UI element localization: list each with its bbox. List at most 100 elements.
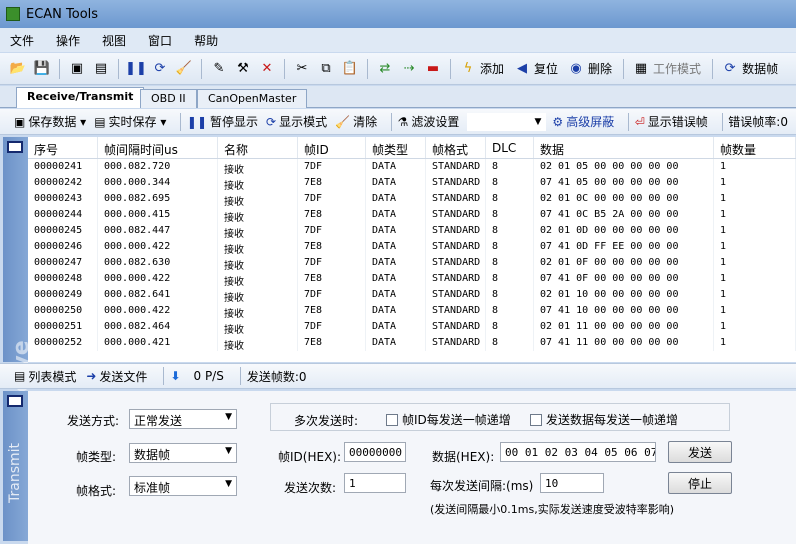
cell-data: 02 01 05 00 00 00 00 00 [534, 159, 714, 175]
frame-type-select[interactable]: 数据帧 ▼ [129, 443, 237, 463]
stop-button[interactable]: 停止 [668, 472, 732, 494]
cell-seq: 00000242 [28, 175, 98, 191]
add-button[interactable]: 添加 [480, 60, 504, 77]
refresh-icon[interactable]: ⟳ [151, 60, 169, 78]
list-mode-button[interactable]: ▤ 列表模式 [14, 368, 76, 385]
interval-input[interactable]: 10 [540, 473, 604, 493]
cell-dlc: 8 [486, 335, 534, 351]
tools-icon[interactable]: ⚒ [234, 60, 252, 78]
table-row[interactable]: 00000242 000.000.344 接收 7E8 DATA STANDARD 8 07 … [28, 175, 796, 191]
download-button[interactable]: ⬇ [170, 369, 183, 383]
save-data-button[interactable]: ▣ 保存数据 ▾ [14, 113, 86, 130]
window-icon[interactable] [7, 141, 23, 153]
table-row[interactable]: 00000250 000.000.422 接收 7E8 DATA STANDARD 8 07 … [28, 303, 796, 319]
advanced-mask-button[interactable]: ⚙ 高级屏蔽 [552, 113, 614, 130]
col-header-frame-format[interactable]: 帧格式 [426, 137, 486, 158]
app-icon [6, 7, 20, 21]
table-row[interactable]: 00000245 000.082.447 接收 7DF DATA STANDARD 8 02 … [28, 223, 796, 239]
send-mode-select[interactable]: 正常发送 ▼ [129, 409, 237, 429]
cell-count: 1 [714, 191, 796, 207]
table-row[interactable]: 00000247 000.082.630 接收 7DF DATA STANDARD 8 02 … [28, 255, 796, 271]
table-row[interactable]: 00000249 000.082.641 接收 7DF DATA STANDARD 8 02 … [28, 287, 796, 303]
data-hex-input[interactable]: 00 01 02 03 04 05 06 07 [500, 442, 656, 462]
menu-file[interactable]: 文件 [10, 32, 34, 49]
frame-format-select[interactable]: 标准帧 ▼ [129, 476, 237, 496]
send-count-input[interactable]: 1 [344, 473, 406, 493]
col-header-count[interactable]: 帧数量 [714, 137, 796, 158]
receive-grid[interactable]: 序号 帧间隔时间us 名称 帧ID 帧类型 帧格式 DLC 数据 帧数量 000… [28, 137, 796, 362]
send-file-button[interactable]: ➜ 发送文件 [86, 368, 147, 385]
cell-interval: 000.000.422 [98, 239, 218, 255]
transmit-label: Transmit [7, 442, 23, 503]
col-header-frame-type[interactable]: 帧类型 [366, 137, 426, 158]
save-icon[interactable]: 💾 [33, 60, 51, 78]
tab-obd-ii[interactable]: OBD II [140, 89, 197, 108]
table-row[interactable]: 00000248 000.000.422 接收 7E8 DATA STANDARD 8 07 … [28, 271, 796, 287]
cell-dlc: 8 [486, 159, 534, 175]
cell-seq: 00000249 [28, 287, 98, 303]
window-icon[interactable] [7, 395, 23, 407]
col-header-dlc[interactable]: DLC [486, 137, 534, 158]
checkbox-box [386, 413, 398, 426]
reset-button[interactable]: 复位 [534, 60, 558, 77]
col-header-name[interactable]: 名称 [218, 137, 298, 158]
work-mode-button[interactable]: 工作模式 [653, 60, 701, 77]
pause-icon[interactable]: ❚❚ [125, 60, 147, 78]
cell-frame-type: DATA [366, 159, 426, 175]
cut-icon[interactable]: ✂ [293, 60, 311, 78]
menu-help[interactable]: 帮助 [194, 32, 218, 49]
close-icon[interactable]: ✕ [258, 60, 276, 78]
col-header-interval[interactable]: 帧间隔时间us [98, 137, 218, 158]
filter-settings-button[interactable]: ⚗ 滤波设置 [398, 113, 460, 130]
col-header-seq[interactable]: 序号 [28, 137, 98, 158]
cell-name: 接收 [218, 175, 298, 191]
table-row[interactable]: 00000251 000.082.464 接收 7DF DATA STANDARD 8 02 … [28, 319, 796, 335]
realtime-save-button[interactable]: ▤ 实时保存 ▾ [94, 113, 166, 130]
toolbar-separator [59, 58, 60, 79]
menu-operate[interactable]: 操作 [56, 32, 80, 49]
tab-receive-transmit[interactable]: Receive/Transmit [16, 87, 145, 108]
tab-canopen-master[interactable]: CanOpenMaster [197, 89, 308, 108]
device-open-icon[interactable]: ▣ [68, 60, 86, 78]
paste-icon[interactable]: 📋 [341, 60, 359, 78]
display-mode-button[interactable]: ⟳ 显示模式 [266, 113, 327, 130]
id-increment-checkbox[interactable]: 帧ID每发送一帧递增 [386, 411, 511, 428]
copy-icon[interactable]: ⧉ [317, 60, 335, 78]
cell-frame-format: STANDARD [426, 191, 486, 207]
table-row[interactable]: 00000243 000.082.695 接收 7DF DATA STANDARD 8 02 … [28, 191, 796, 207]
tab-strip: Receive/Transmit OBD II CanOpenMaster [0, 86, 796, 108]
arrow-right-icon: ➜ [86, 369, 97, 383]
save-data-label: 保存数据 [28, 115, 77, 129]
menu-window[interactable]: 窗口 [148, 32, 172, 49]
data-frame-button[interactable]: 数据帧 [742, 60, 778, 77]
open-folder-icon[interactable]: 📂 [9, 60, 27, 78]
cell-data: 02 01 10 00 00 00 00 00 [534, 287, 714, 303]
show-error-frame-button[interactable]: ⏎ 显示错误帧 [635, 113, 708, 130]
edit-icon[interactable]: ✎ [210, 60, 228, 78]
filter-dropdown[interactable]: ▼ [467, 112, 547, 131]
listbar-separator [163, 367, 165, 385]
swap-icon[interactable]: ⇄ [376, 60, 394, 78]
broom-icon[interactable]: 🧹 [175, 60, 193, 78]
cell-count: 1 [714, 271, 796, 287]
frame-id-input[interactable]: 00000000 [344, 442, 406, 462]
pause-display-button[interactable]: ❚❚ 暂停显示 [187, 113, 258, 130]
table-row[interactable]: 00000241 000.082.720 接收 7DF DATA STANDARD 8 02 … [28, 159, 796, 175]
data-increment-checkbox[interactable]: 发送数据每发送一帧递增 [530, 411, 678, 428]
send-button[interactable]: 发送 [668, 441, 732, 463]
disconnect-icon[interactable]: ▬ [424, 60, 442, 78]
table-row[interactable]: 00000246 000.000.422 接收 7E8 DATA STANDARD 8 07 … [28, 239, 796, 255]
device-close-icon[interactable]: ▤ [92, 60, 110, 78]
chevron-down-icon: ▼ [534, 116, 542, 127]
col-header-frame-id[interactable]: 帧ID [298, 137, 366, 158]
clear-button[interactable]: 🧹 清除 [335, 113, 377, 130]
delete-button[interactable]: 删除 [588, 60, 612, 77]
connect-icon[interactable]: ⇢ [400, 60, 418, 78]
cell-frame-id: 7DF [298, 319, 366, 335]
col-header-data[interactable]: 数据 [534, 137, 714, 158]
cell-name: 接收 [218, 223, 298, 239]
table-row[interactable]: 00000244 000.000.415 接收 7E8 DATA STANDARD 8 07 … [28, 207, 796, 223]
cell-frame-id: 7DF [298, 223, 366, 239]
menu-view[interactable]: 视图 [102, 32, 126, 49]
table-row[interactable]: 00000252 000.000.421 接收 7E8 DATA STANDARD 8 07 … [28, 335, 796, 351]
